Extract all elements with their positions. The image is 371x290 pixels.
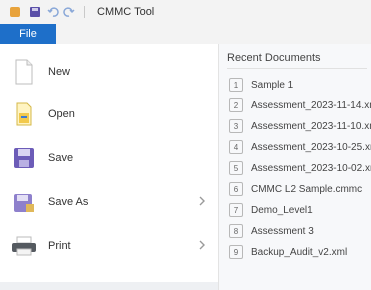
menu-item-label: Open — [48, 108, 75, 120]
backstage-menu: New Open Save Save As Print — [0, 44, 219, 290]
recent-item-label: Backup_Audit_v2.xml — [251, 246, 348, 258]
recent-item[interactable]: 2 Assessment_2023-11-14.xml — [225, 96, 371, 114]
title-separator — [84, 6, 85, 18]
menu-item-new[interactable]: New — [0, 52, 218, 92]
pin-number-badge: 3 — [229, 119, 243, 133]
recent-item[interactable]: 6 CMMC L2 Sample.cmmc — [225, 180, 371, 198]
redo-icon[interactable] — [62, 5, 76, 19]
pin-number-badge: 6 — [229, 182, 243, 196]
pin-number-badge: 8 — [229, 224, 243, 238]
app-icon — [8, 5, 22, 19]
menu-item-save-as[interactable]: Save As — [0, 182, 218, 222]
chevron-right-icon — [196, 239, 208, 251]
recent-item[interactable]: 1 Sample 1 — [225, 76, 371, 94]
pin-number-badge: 7 — [229, 203, 243, 217]
new-file-icon — [10, 58, 38, 86]
printer-icon — [10, 232, 38, 260]
open-folder-icon — [10, 100, 38, 128]
menu-item-label: Save As — [48, 196, 89, 208]
recent-documents-header: Recent Documents — [227, 52, 321, 64]
recent-item-label: Assessment_2023-10-02.xml — [251, 162, 371, 174]
ribbon-strip — [56, 24, 371, 45]
app-window: CMMC Tool File New Open Save Save As Pri… — [0, 0, 371, 290]
file-tab[interactable]: File — [0, 24, 56, 44]
recent-item-label: Assessment_2023-11-14.xml — [251, 99, 371, 111]
menu-item-label: Print — [48, 240, 71, 252]
window-title: CMMC Tool — [97, 6, 155, 18]
recent-item-label: Demo_Level1 — [251, 204, 313, 216]
save-icon — [10, 144, 38, 172]
menu-item-open[interactable]: Open — [0, 94, 218, 134]
recent-item[interactable]: 8 Assessment 3 — [225, 222, 371, 240]
recent-documents-panel: Recent Documents 1 Sample 1 2 Assessment… — [219, 44, 371, 290]
menu-item-label: Save — [48, 152, 74, 164]
recent-item-label: Assessment_2023-11-10.xml — [251, 120, 371, 132]
recent-item[interactable]: 4 Assessment_2023-10-25.xml — [225, 138, 371, 156]
recent-item[interactable]: 7 Demo_Level1 — [225, 201, 371, 219]
title-bar: CMMC Tool — [0, 0, 371, 25]
save-as-icon — [10, 188, 38, 216]
menu-item-print[interactable]: Print — [0, 226, 218, 266]
save-icon[interactable] — [28, 5, 42, 19]
menu-item-label: New — [48, 66, 71, 78]
chevron-right-icon — [196, 195, 208, 207]
recent-item-label: Assessment 3 — [251, 225, 314, 237]
recent-item-label: Sample 1 — [251, 79, 294, 91]
pin-number-badge: 2 — [229, 98, 243, 112]
pin-number-badge: 4 — [229, 140, 243, 154]
recent-item[interactable]: 9 Backup_Audit_v2.xml — [225, 243, 371, 261]
pin-number-badge: 5 — [229, 161, 243, 175]
undo-icon[interactable] — [46, 5, 60, 19]
recent-item[interactable]: 5 Assessment_2023-10-02.xml — [225, 159, 371, 177]
recent-item-label: CMMC L2 Sample.cmmc — [251, 183, 363, 195]
recent-item-label: Assessment_2023-10-25.xml — [251, 141, 371, 153]
recent-item[interactable]: 3 Assessment_2023-11-10.xml — [225, 117, 371, 135]
menu-footer — [0, 282, 218, 290]
divider — [227, 68, 367, 69]
pin-number-badge: 9 — [229, 245, 243, 259]
menu-item-save[interactable]: Save — [0, 138, 218, 178]
pin-number-badge: 1 — [229, 78, 243, 92]
